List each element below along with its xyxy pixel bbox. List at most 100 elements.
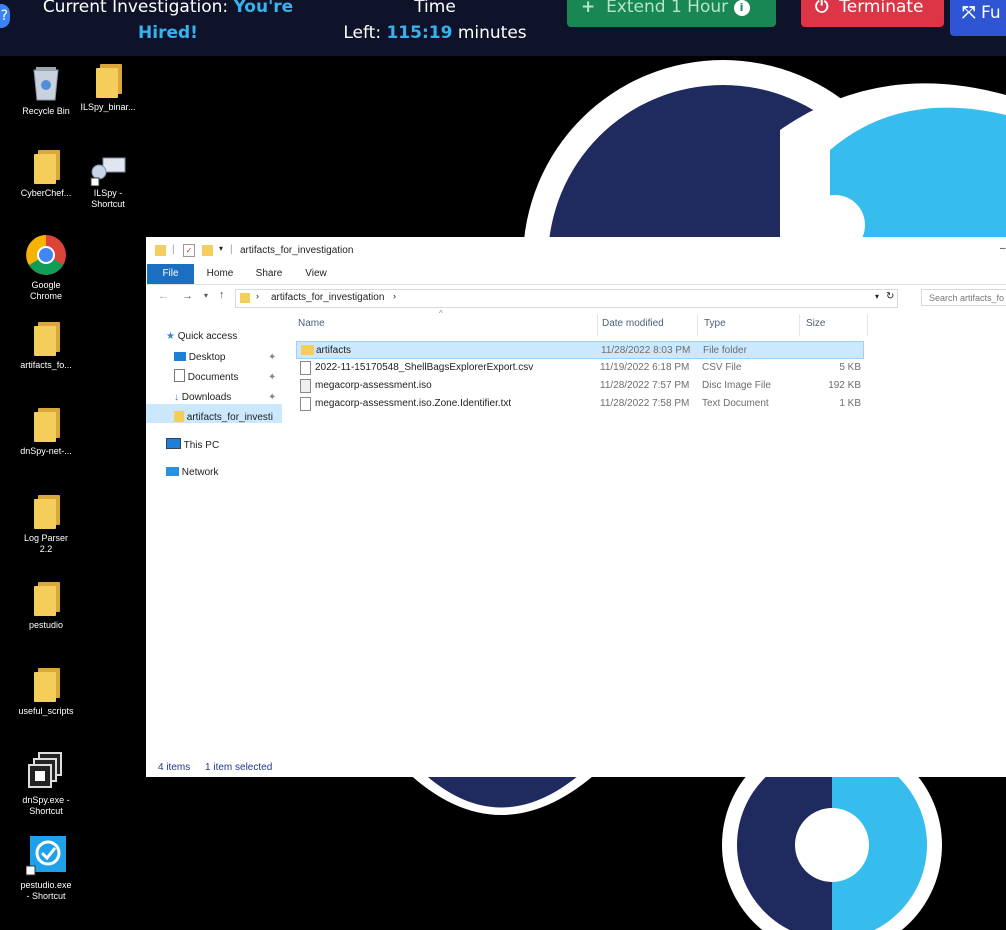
sort-caret-icon: ^ (439, 309, 443, 318)
nav-downloads[interactable]: ↓ Downloads ✦ (174, 389, 276, 407)
documents-icon (174, 369, 185, 382)
column-header-size[interactable]: Size (806, 318, 825, 329)
tab-share[interactable]: Share (249, 264, 289, 284)
tab-home[interactable]: Home (200, 264, 240, 284)
help-icon[interactable]: ? (0, 4, 10, 28)
text-document-icon (300, 397, 311, 411)
desktop-icon-dnspy-shortcut[interactable]: dnSpy.exe - Shortcut (11, 751, 81, 817)
file-row-zone-identifier[interactable]: megacorp-assessment.iso.Zone.Identifier.… (294, 395, 1006, 413)
investigation-name-part1: You're (233, 0, 294, 17)
divider: | (172, 244, 175, 255)
folder-icon (32, 322, 60, 356)
folder-icon (32, 668, 60, 702)
terminate-button[interactable]: ⏻ Terminate (801, 0, 944, 27)
desktop-icon (174, 352, 186, 361)
window-title: artifacts_for_investigation (240, 245, 354, 256)
chevron-right-icon: › (256, 291, 259, 301)
info-icon: i (733, 0, 750, 16)
file-row-csv[interactable]: 2022-11-15170548_ShellBagsExplorerExport… (294, 359, 1006, 377)
investigation-name-part2: Hired! (138, 23, 198, 43)
desktop-icon-ilspy-shortcut[interactable]: ILSpy - Shortcut (73, 156, 143, 210)
ribbon: File Home Share View (146, 264, 1006, 285)
folder-icon (240, 293, 250, 303)
forward-arrow-icon[interactable]: → (182, 290, 193, 302)
folder-icon (32, 495, 60, 529)
column-separator[interactable] (597, 314, 598, 336)
pin-icon[interactable]: ✦ (268, 389, 276, 407)
address-bar[interactable]: › artifacts_for_investigation › ▾ ↻ (235, 289, 898, 308)
column-separator[interactable] (867, 314, 868, 336)
file-explorer-window: | ✓ ▾ | artifacts_for_investigation – Fi… (146, 237, 1006, 777)
navigation-pane: ★ Quick access Desktop ✦ Documents ✦ ↓ Dow… (146, 313, 284, 753)
folder-icon (32, 150, 60, 184)
expand-icon: ⤧ (962, 3, 976, 23)
folder-icon (32, 582, 60, 616)
fullscreen-button[interactable]: ⤧ Fu (950, 0, 1006, 36)
nav-documents[interactable]: Documents ✦ (174, 369, 276, 387)
computer-icon (166, 438, 181, 449)
desktop-icon-google-chrome[interactable]: Google Chrome (11, 234, 81, 302)
nav-network[interactable]: Network (166, 464, 218, 482)
status-bar: 4 items 1 item selected (158, 762, 272, 773)
desktop-icon-useful-scripts[interactable]: useful_scripts (11, 668, 81, 717)
nav-desktop[interactable]: Desktop ✦ (174, 349, 276, 367)
file-row-iso[interactable]: megacorp-assessment.iso 11/28/2022 7:57 … (294, 377, 1006, 395)
folder-icon (301, 345, 314, 355)
file-row-artifacts[interactable]: artifacts 11/28/2022 8:03 PM File folder (296, 341, 864, 359)
nav-this-pc[interactable]: This PC (166, 437, 219, 455)
column-header-date-modified[interactable]: Date modified (602, 318, 664, 329)
folder-icon (155, 245, 166, 256)
desktop-icon-ilspy-binaries[interactable]: ILSpy_binar... (73, 64, 143, 113)
ilspy-icon (90, 157, 126, 186)
desktop-icon-cyberchef[interactable]: CyberChef... (11, 150, 81, 199)
column-header-type[interactable]: Type (704, 318, 726, 329)
folder-icon (32, 408, 60, 442)
star-icon: ★ (166, 331, 175, 342)
address-dropdown-icon[interactable]: ▾ (875, 292, 879, 301)
pin-icon[interactable]: ✦ (268, 349, 276, 367)
tab-file[interactable]: File (147, 264, 194, 284)
desktop-icon-pestudio-shortcut[interactable]: pestudio.exe - Shortcut (11, 836, 81, 902)
plus-icon: + (581, 0, 596, 17)
extend-hour-button[interactable]: + Extend 1 Hour i (567, 0, 776, 27)
minimize-button[interactable]: – (1000, 243, 1006, 254)
time-left: Time Left: 115:19 minutes (343, 0, 527, 43)
column-separator[interactable] (697, 314, 698, 336)
new-folder-icon[interactable] (202, 245, 213, 256)
column-header-name[interactable]: Name (298, 318, 325, 329)
nav-artifacts-for-investigation[interactable]: artifacts_for_investi (174, 409, 273, 427)
back-arrow-icon[interactable]: ← (158, 290, 169, 302)
dnspy-icon (28, 752, 62, 788)
download-arrow-icon: ↓ (174, 392, 179, 403)
refresh-icon[interactable]: ↻ (886, 291, 894, 302)
title-bar: | ✓ ▾ | artifacts_for_investigation – (146, 237, 1006, 264)
chrome-icon (26, 235, 66, 275)
column-separator[interactable] (799, 314, 800, 336)
desktop-icon-recycle-bin[interactable]: Recycle Bin (11, 64, 81, 117)
time-left-value: 115:19 (386, 23, 453, 43)
desktop-icon-log-parser[interactable]: Log Parser 2.2 (11, 495, 81, 555)
desktop-icon-pestudio[interactable]: pestudio (11, 582, 81, 631)
item-count: 4 items (158, 762, 191, 773)
csv-file-icon (300, 361, 311, 375)
pin-icon[interactable]: ✦ (268, 369, 276, 387)
nav-quick-access[interactable]: ★ Quick access (166, 328, 237, 346)
chevron-right-icon: › (393, 291, 396, 301)
session-bar: ? Current Investigation: You're Hired! T… (0, 0, 1006, 56)
tab-view[interactable]: View (296, 264, 336, 284)
search-input[interactable]: Search artifacts_fo (921, 289, 1006, 306)
folder-icon (174, 411, 184, 422)
chevron-down-icon[interactable]: ▾ (219, 244, 223, 253)
desktop-icon-artifacts[interactable]: artifacts_fo... (11, 322, 81, 371)
selection-count: 1 item selected (205, 762, 273, 773)
desktop-icon-dnspy-net[interactable]: dnSpy-net-... (11, 408, 81, 457)
network-icon (166, 467, 179, 476)
recycle-bin-icon (33, 67, 59, 101)
recent-locations-icon[interactable]: ▾ (204, 291, 208, 300)
up-arrow-icon[interactable]: ↑ (219, 289, 225, 301)
properties-icon[interactable]: ✓ (183, 244, 195, 257)
disc-image-icon (300, 379, 311, 393)
pestudio-icon (26, 836, 66, 876)
breadcrumb-item[interactable]: artifacts_for_investigation (271, 292, 384, 303)
power-icon: ⏻ (815, 0, 829, 17)
